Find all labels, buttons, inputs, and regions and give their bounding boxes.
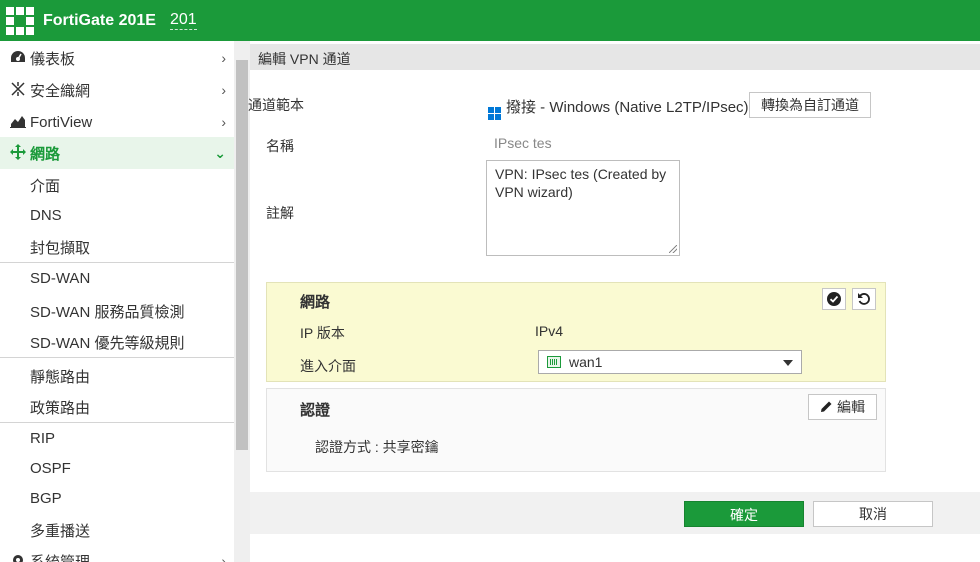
resize-handle[interactable] bbox=[669, 245, 677, 253]
dashboard-icon bbox=[8, 50, 28, 67]
edit-button-label: 編輯 bbox=[837, 399, 865, 415]
divider bbox=[0, 422, 234, 423]
chevron-right-icon: › bbox=[221, 50, 226, 66]
hostname-link[interactable]: 201 bbox=[169, 11, 197, 30]
comment-label: 註解 bbox=[266, 205, 294, 221]
chevron-right-icon: › bbox=[221, 114, 226, 130]
sidebar-subitem-multicast[interactable]: 多重播送 bbox=[30, 520, 90, 541]
convert-custom-tunnel-button[interactable]: 轉換為自訂通道 bbox=[749, 92, 871, 118]
sidebar-subitem-policy-routes[interactable]: 政策路由 bbox=[30, 397, 90, 418]
sidebar-subitem-sd-wan-rules[interactable]: SD-WAN 優先等級規則 bbox=[30, 332, 184, 353]
sidebar-subitem-static-routes[interactable]: 靜態路由 bbox=[30, 366, 90, 387]
sidebar-item-label: 網路 bbox=[30, 145, 61, 163]
network-icon bbox=[8, 143, 28, 163]
undo-icon bbox=[858, 293, 870, 305]
revert-button[interactable] bbox=[852, 288, 876, 310]
sidebar-subitem-ospf[interactable]: OSPF bbox=[30, 460, 71, 477]
network-panel-title: 網路 bbox=[300, 294, 331, 311]
template-value-text: 撥接 - Windows (Native L2TP/IPsec) bbox=[506, 99, 749, 116]
chevron-right-icon: › bbox=[221, 553, 226, 562]
sidebar-subitem-sd-wan[interactable]: SD-WAN bbox=[30, 270, 90, 287]
incoming-interface-label: 進入介面 bbox=[300, 358, 356, 374]
sidebar-scrollbar[interactable] bbox=[234, 41, 250, 562]
authentication-panel-title: 認證 bbox=[300, 402, 331, 419]
page-title: 編輯 VPN 通道 bbox=[258, 51, 351, 67]
top-bar: FortiGate 201E 201 bbox=[0, 0, 980, 41]
name-label: 名稱 bbox=[266, 138, 294, 154]
template-value: 撥接 - Windows (Native L2TP/IPsec) bbox=[488, 96, 749, 120]
product-name: FortiGate 201E bbox=[43, 11, 156, 29]
ok-button[interactable]: 確定 bbox=[684, 501, 804, 527]
name-value: IPsec tes bbox=[494, 135, 552, 151]
dropdown-caret-icon bbox=[783, 360, 793, 366]
check-button[interactable] bbox=[822, 288, 846, 310]
pencil-icon bbox=[821, 401, 832, 412]
incoming-interface-value: wan1 bbox=[569, 354, 603, 370]
sidebar-item-label: 系統管理 bbox=[30, 553, 91, 562]
sidebar-item-label: FortiView bbox=[30, 113, 93, 131]
incoming-interface-select[interactable]: wan1 bbox=[538, 350, 802, 374]
wan-port-icon bbox=[547, 356, 561, 368]
sidebar-subitem-packet-capture[interactable]: 封包擷取 bbox=[30, 237, 90, 258]
authentication-panel bbox=[266, 388, 886, 472]
ip-version-label: IP 版本 bbox=[300, 325, 345, 341]
sidebar: 儀表板 › 安全織網 › FortiView › 網路 ⌄ 介面 DNS 封包擷… bbox=[0, 41, 234, 562]
chevron-right-icon: › bbox=[221, 82, 226, 98]
comment-textarea[interactable]: VPN: IPsec tes (Created by VPN wizard) bbox=[486, 160, 680, 256]
check-circle-icon bbox=[827, 292, 841, 306]
template-label: 通道範本 bbox=[248, 97, 304, 113]
sidebar-subitem-interfaces[interactable]: 介面 bbox=[30, 175, 60, 196]
sidebar-item-fortiview[interactable]: FortiView › bbox=[0, 106, 234, 138]
sidebar-item-network[interactable]: 網路 ⌄ bbox=[0, 137, 234, 169]
gear-icon bbox=[8, 553, 28, 562]
windows-icon bbox=[488, 107, 501, 120]
fortinet-logo[interactable] bbox=[6, 6, 34, 35]
authentication-method-text: 認證方式 : 共享密鑰 bbox=[315, 439, 439, 455]
sidebar-subitem-rip[interactable]: RIP bbox=[30, 430, 55, 447]
comment-text: VPN: IPsec tes (Created by VPN wizard) bbox=[495, 166, 667, 200]
ip-version-value: IPv4 bbox=[535, 323, 564, 339]
divider bbox=[0, 357, 234, 358]
page-header: 編輯 VPN 通道 bbox=[250, 44, 980, 70]
sidebar-item-dashboard[interactable]: 儀表板 › bbox=[0, 42, 234, 74]
sidebar-item-system[interactable]: 系統管理 › bbox=[0, 547, 234, 562]
scrollbar-thumb[interactable] bbox=[236, 60, 248, 450]
divider bbox=[0, 262, 234, 263]
sidebar-subitem-bgp[interactable]: BGP bbox=[30, 490, 62, 507]
security-fabric-icon bbox=[8, 81, 28, 100]
sidebar-subitem-dns[interactable]: DNS bbox=[30, 207, 62, 224]
edit-authentication-button[interactable]: 編輯 bbox=[808, 394, 877, 420]
chevron-down-icon: ⌄ bbox=[214, 144, 226, 161]
sidebar-item-label: 安全織網 bbox=[30, 82, 91, 100]
cancel-button[interactable]: 取消 bbox=[813, 501, 933, 527]
sidebar-subitem-sd-wan-sla[interactable]: SD-WAN 服務品質檢測 bbox=[30, 301, 184, 322]
fortiview-icon bbox=[8, 114, 28, 131]
sidebar-item-security-fabric[interactable]: 安全織網 › bbox=[0, 74, 234, 106]
sidebar-item-label: 儀表板 bbox=[30, 50, 76, 68]
